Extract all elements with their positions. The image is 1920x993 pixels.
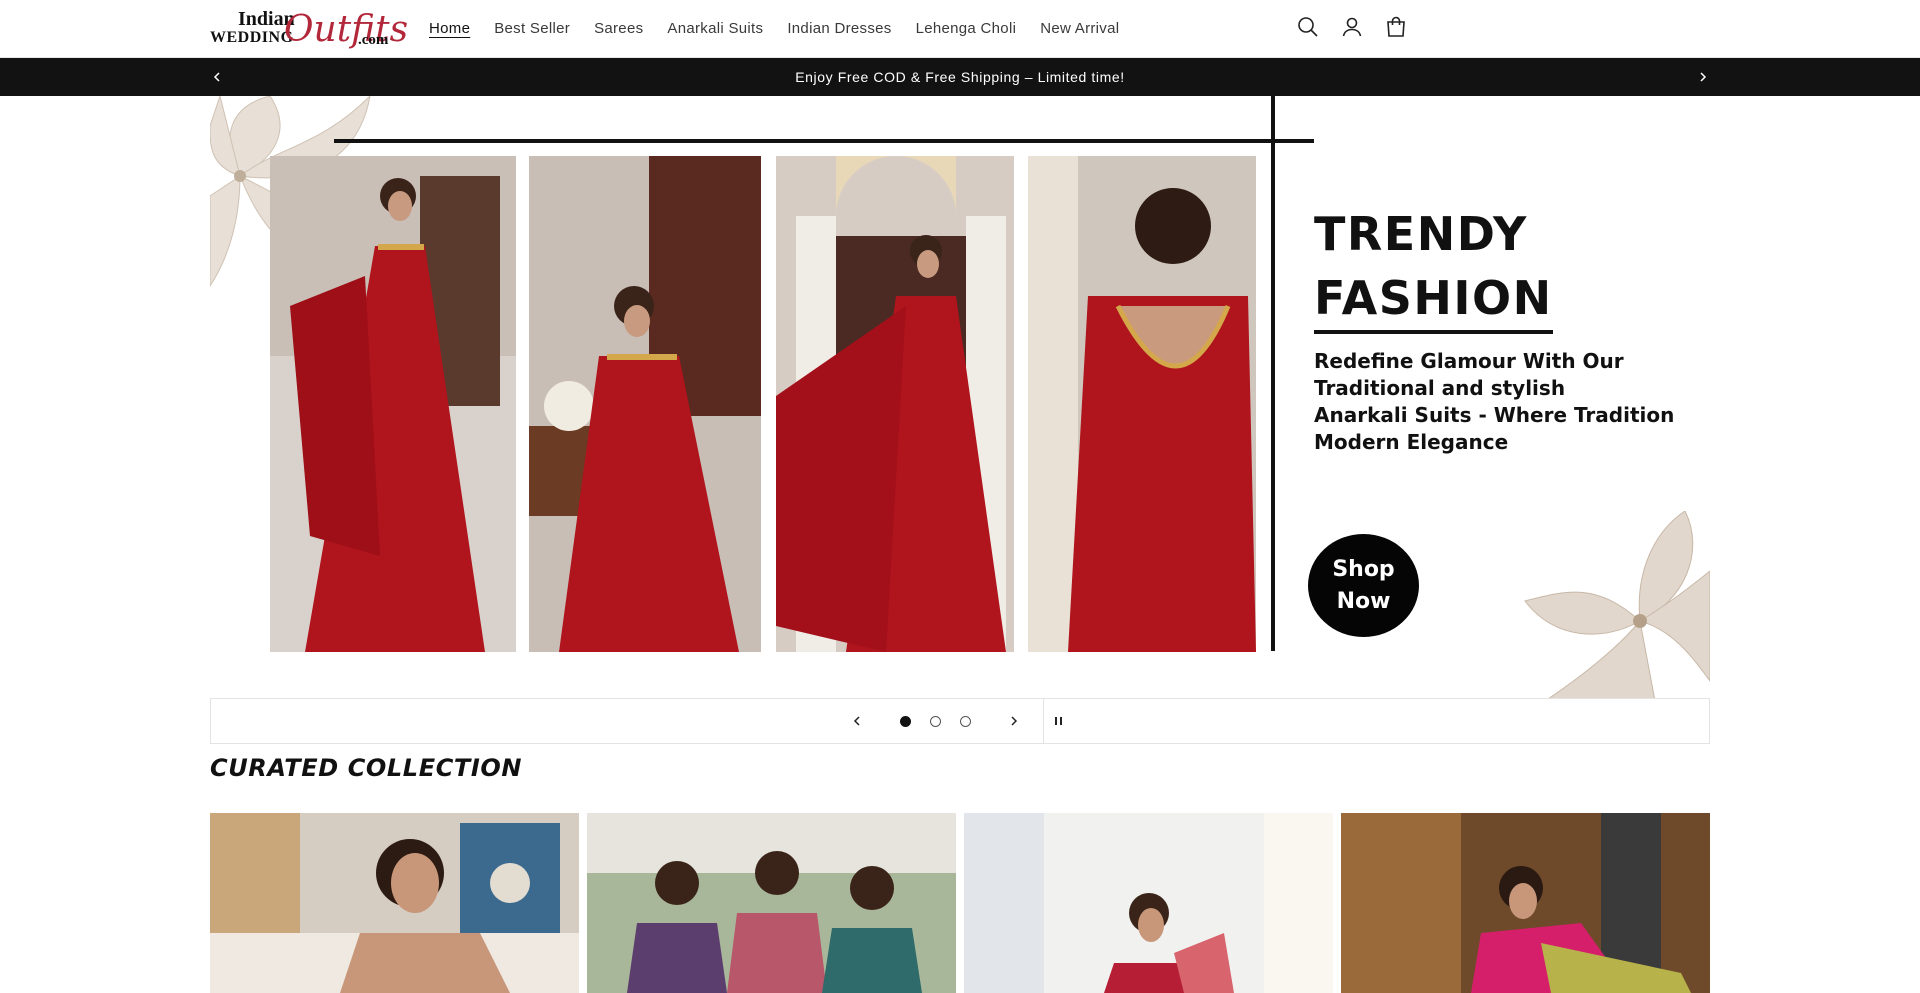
logo-script: Outfits (284, 9, 409, 50)
chevron-right-icon[interactable] (1693, 67, 1713, 87)
site-header: Indian WEDDING Outfits .com Home Best Se… (0, 0, 1920, 58)
main-nav: Home Best Seller Sarees Anarkali Suits I… (429, 18, 1143, 40)
header-icons (1296, 15, 1408, 39)
collection-card-3[interactable] (964, 813, 1333, 993)
account-icon[interactable] (1340, 15, 1364, 39)
hero-heading-line1: TRENDY (1314, 207, 1528, 261)
collection-card-2[interactable] (587, 813, 956, 993)
hero-tagline-line: Traditional and stylish (1314, 376, 1566, 400)
decorative-line-horizontal (334, 139, 1314, 143)
hero-slide: TRENDY FASHION Redefine Glamour With Our… (210, 96, 1710, 698)
shop-now-button[interactable]: Shop Now (1308, 534, 1419, 637)
chevron-left-icon[interactable] (847, 711, 867, 731)
decorative-flower-image (1524, 511, 1710, 698)
shop-now-label-line2: Now (1336, 589, 1391, 614)
chevron-right-icon[interactable] (1004, 711, 1024, 731)
announcement-text: Enjoy Free COD & Free Shipping – Limited… (795, 69, 1125, 85)
hero-tagline-line: Modern Elegance (1314, 430, 1509, 454)
pause-icon[interactable] (1049, 711, 1069, 731)
curated-collection-title: CURATED COLLECTION (210, 754, 523, 782)
logo-line2: WEDDING (210, 29, 294, 46)
controls-divider (1043, 699, 1044, 743)
nav-best-seller[interactable]: Best Seller (494, 18, 570, 40)
search-icon[interactable] (1296, 15, 1320, 39)
model-photo-3 (776, 156, 1014, 652)
model-photo-2 (529, 156, 761, 652)
model-photo-1 (270, 156, 516, 652)
shop-now-label-line1: Shop (1332, 557, 1395, 582)
decorative-line-vertical (1271, 96, 1275, 651)
collection-grid (210, 813, 1710, 993)
nav-sarees[interactable]: Sarees (594, 18, 643, 40)
hero-tagline: Redefine Glamour With Our Traditional an… (1314, 348, 1694, 456)
nav-indian-dresses[interactable]: Indian Dresses (787, 18, 891, 40)
slider-controls (210, 698, 1710, 744)
hero-tagline-line: Redefine Glamour With Our (1314, 349, 1624, 373)
slider-dot[interactable] (960, 716, 971, 727)
hero-heading-line2: FASHION (1314, 266, 1553, 334)
nav-new-arrival[interactable]: New Arrival (1040, 18, 1119, 40)
nav-lehenga-choli[interactable]: Lehenga Choli (916, 18, 1017, 40)
slider-dot[interactable] (930, 716, 941, 727)
collection-card-4[interactable] (1341, 813, 1710, 993)
logo-suffix: .com (358, 32, 389, 48)
model-photo-4 (1028, 156, 1256, 652)
site-logo[interactable]: Indian WEDDING Outfits .com (210, 8, 408, 52)
slider-dot[interactable] (900, 716, 911, 727)
announcement-bar: Enjoy Free COD & Free Shipping – Limited… (0, 58, 1920, 96)
nav-home[interactable]: Home (429, 18, 470, 40)
hero-tagline-line: Anarkali Suits - Where Tradition (1314, 403, 1675, 427)
nav-anarkali-suits[interactable]: Anarkali Suits (667, 18, 763, 40)
collection-card-1[interactable] (210, 813, 579, 993)
cart-icon[interactable] (1384, 15, 1408, 39)
